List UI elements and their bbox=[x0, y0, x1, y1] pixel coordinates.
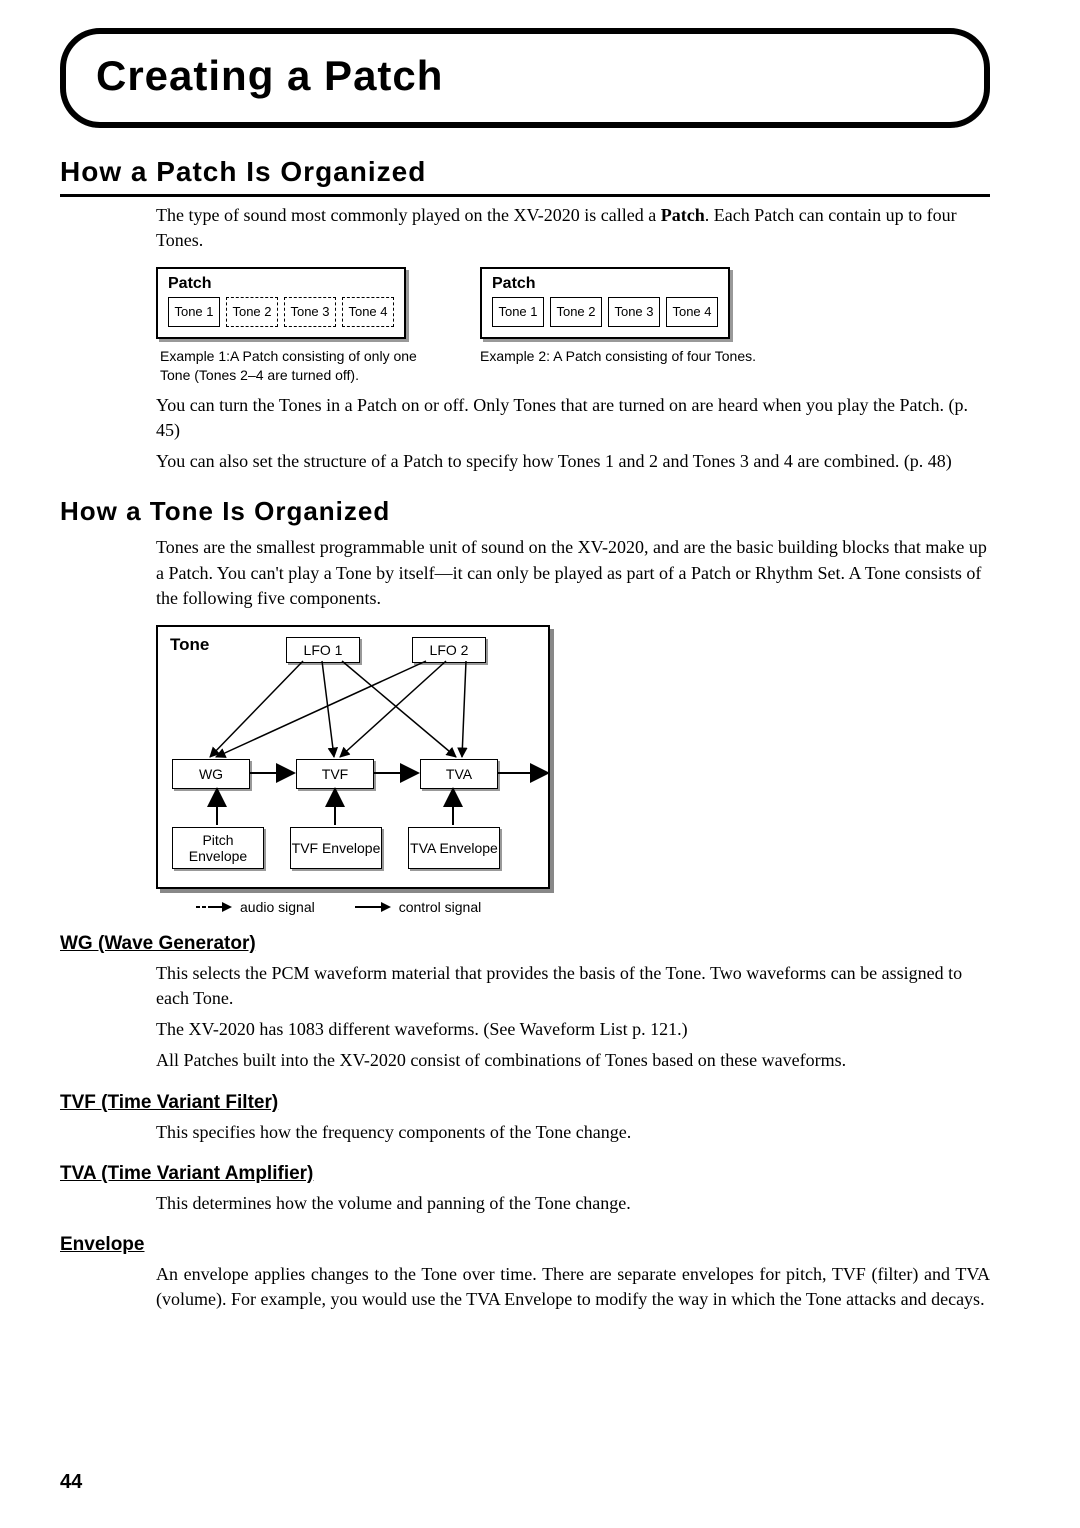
env-p1: An envelope applies changes to the Tone … bbox=[156, 1262, 990, 1312]
intro-a: The type of sound most commonly played o… bbox=[156, 205, 661, 225]
tone-diagram: Tone LFO 1 LFO 2 WG TVF TVA Pitch Envelo… bbox=[156, 625, 990, 915]
control-signal-icon bbox=[355, 900, 391, 914]
tvf-heading: TVF (Time Variant Filter) bbox=[60, 1092, 990, 1114]
wg-p2: The XV-2020 has 1083 different waveforms… bbox=[156, 1017, 990, 1042]
wg-p3: All Patches built into the XV-2020 consi… bbox=[156, 1048, 990, 1073]
tone-diagram-frame: Tone LFO 1 LFO 2 WG TVF TVA Pitch Envelo… bbox=[156, 625, 550, 889]
example-2-caption: Example 2: A Patch consisting of four To… bbox=[480, 347, 756, 366]
tva-p1: This determines how the volume and panni… bbox=[156, 1191, 990, 1216]
wg-heading: WG (Wave Generator) bbox=[60, 933, 990, 955]
page: Creating a Patch How a Patch Is Organize… bbox=[0, 0, 1080, 1528]
legend-audio-text: audio signal bbox=[240, 899, 315, 915]
tone-1-on-b: Tone 1 bbox=[492, 297, 544, 327]
tone-1-on: Tone 1 bbox=[168, 297, 220, 327]
patch-box-2-title: Patch bbox=[492, 275, 718, 293]
intro-bold: Patch bbox=[661, 205, 705, 225]
wg-p1: This selects the PCM waveform material t… bbox=[156, 961, 990, 1011]
tone-3-off: Tone 3 bbox=[284, 297, 336, 327]
tone-intro: Tones are the smallest programmable unit… bbox=[156, 535, 990, 611]
patch-box-2: Patch Tone 1 Tone 2 Tone 3 Tone 4 bbox=[480, 267, 730, 339]
tone-4-on-b: Tone 4 bbox=[666, 297, 718, 327]
tone-diagram-legend: audio signal control signal bbox=[156, 899, 990, 915]
patch-box-1: Patch Tone 1 Tone 2 Tone 3 Tone 4 bbox=[156, 267, 406, 339]
section1-body: The type of sound most commonly played o… bbox=[156, 203, 990, 474]
tone-row-2: Tone 1 Tone 2 Tone 3 Tone 4 bbox=[492, 297, 718, 327]
page-number: 44 bbox=[60, 1471, 82, 1494]
audio-signal-icon bbox=[196, 900, 232, 914]
tva-body: This determines how the volume and panni… bbox=[156, 1191, 990, 1216]
patch-box-1-title: Patch bbox=[168, 275, 394, 293]
section-heading-tone: How a Tone Is Organized bbox=[60, 496, 990, 527]
tvf-p1: This specifies how the frequency compone… bbox=[156, 1120, 990, 1145]
tone-2-off: Tone 2 bbox=[226, 297, 278, 327]
tone-3-on-b: Tone 3 bbox=[608, 297, 660, 327]
env-body: An envelope applies changes to the Tone … bbox=[156, 1262, 990, 1312]
tvf-body: This specifies how the frequency compone… bbox=[156, 1120, 990, 1145]
tone-4-off: Tone 4 bbox=[342, 297, 394, 327]
legend-control-text: control signal bbox=[399, 899, 482, 915]
env-heading: Envelope bbox=[60, 1234, 990, 1256]
tone-row-1: Tone 1 Tone 2 Tone 3 Tone 4 bbox=[168, 297, 394, 327]
chapter-title: Creating a Patch bbox=[96, 52, 954, 100]
intro-paragraph: The type of sound most commonly played o… bbox=[156, 203, 990, 253]
example-1-caption: Example 1:A Patch consisting of only one… bbox=[156, 347, 420, 385]
patch-example-2: Patch Tone 1 Tone 2 Tone 3 Tone 4 Exampl… bbox=[480, 267, 756, 384]
patch-example-1: Patch Tone 1 Tone 2 Tone 3 Tone 4 Exampl… bbox=[156, 267, 420, 384]
wg-body: This selects the PCM waveform material t… bbox=[156, 961, 990, 1074]
tone-2-on-b: Tone 2 bbox=[550, 297, 602, 327]
tone-diagram-arrows bbox=[158, 627, 548, 887]
tva-heading: TVA (Time Variant Amplifier) bbox=[60, 1163, 990, 1185]
section2-body: Tones are the smallest programmable unit… bbox=[156, 535, 990, 915]
section-heading-patch: How a Patch Is Organized bbox=[60, 156, 990, 197]
chapter-title-frame: Creating a Patch bbox=[60, 28, 990, 128]
para-structure: You can also set the structure of a Patc… bbox=[156, 449, 990, 474]
patch-diagram-row: Patch Tone 1 Tone 2 Tone 3 Tone 4 Exampl… bbox=[156, 267, 990, 384]
para-toggle-tones: You can turn the Tones in a Patch on or … bbox=[156, 393, 990, 443]
